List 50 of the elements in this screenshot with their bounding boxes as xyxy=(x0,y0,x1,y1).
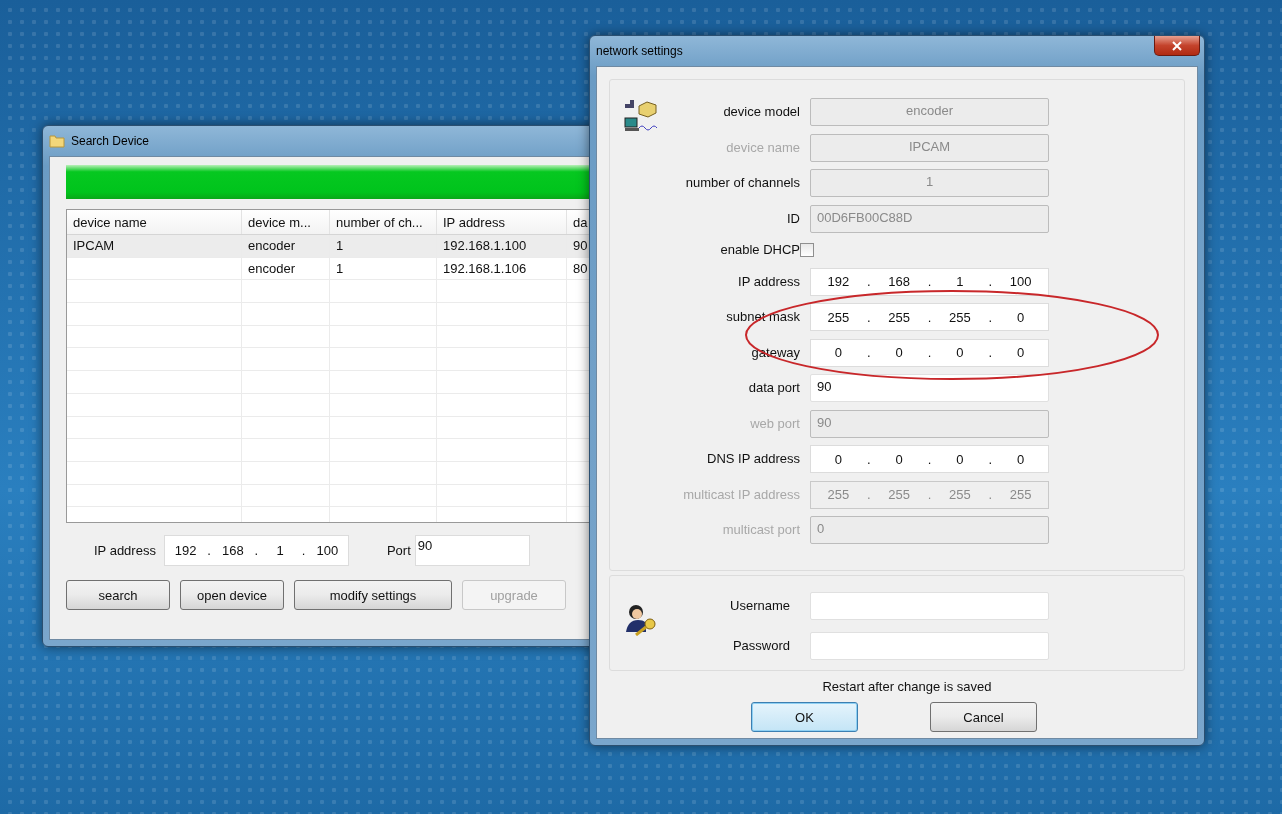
folder-icon xyxy=(49,134,65,148)
user-key-icon xyxy=(624,602,658,636)
ip-address-field[interactable]: 255 . 255 . 255 . 0 xyxy=(810,303,1049,331)
dialog-button[interactable]: Cancel xyxy=(930,702,1037,732)
column-header[interactable]: number of ch... xyxy=(330,210,437,234)
column-header[interactable]: IP address xyxy=(437,210,567,234)
table-cell: encoder xyxy=(242,257,330,280)
field-label: number of channels xyxy=(684,175,800,191)
text-field[interactable] xyxy=(810,592,1049,620)
action-button[interactable]: search xyxy=(66,580,170,610)
table-cell: encoder xyxy=(242,235,330,257)
field-label: IP address xyxy=(94,543,156,558)
field-label: DNS IP address xyxy=(706,451,800,467)
text-field[interactable]: 90 xyxy=(810,374,1049,402)
text-field[interactable] xyxy=(810,632,1049,660)
table-cell: IPCAM xyxy=(67,235,242,257)
ip-address-field[interactable]: 192 . 168 . 1 . 100 xyxy=(810,267,1049,296)
field-label: multicast port xyxy=(721,522,800,538)
table-cell: 192.168.1.100 xyxy=(437,235,567,257)
ip-address-field[interactable]: 0 . 0 . 0 . 0 xyxy=(810,338,1049,367)
field-label: Port xyxy=(386,543,411,558)
close-button[interactable] xyxy=(1154,36,1200,56)
action-button[interactable]: open device xyxy=(180,580,284,610)
column-header[interactable]: device m... xyxy=(242,210,330,234)
field-label: multicast IP address xyxy=(682,486,800,503)
ip-address-field[interactable]: 192 . 168 . 1 . 100 xyxy=(163,535,349,566)
window-title: network settings xyxy=(596,44,683,58)
field-label: device name xyxy=(725,139,800,156)
network-computer-icon xyxy=(624,98,660,134)
ip-address-field[interactable]: 0 . 0 . 0 . 0 xyxy=(810,445,1049,473)
field-label: subnet mask xyxy=(725,309,800,325)
field-label: device model xyxy=(722,104,800,120)
window-title: Search Device xyxy=(71,134,150,148)
port-field[interactable]: 90 xyxy=(414,535,530,566)
field-label: Password xyxy=(731,638,790,654)
field-label: ID xyxy=(786,210,800,227)
dialog-button[interactable]: OK xyxy=(751,702,858,732)
restart-note: Restart after change is saved xyxy=(821,679,993,694)
table-cell: 1 xyxy=(330,257,437,280)
field-label: enable DHCP xyxy=(719,242,800,258)
table-cell: 192.168.1.106 xyxy=(437,257,567,280)
field-label: IP address xyxy=(737,273,800,290)
field-label: Username xyxy=(729,598,790,614)
field-label: data port xyxy=(747,380,800,396)
action-button[interactable]: modify settings xyxy=(294,580,452,610)
field-label: web port xyxy=(749,415,800,432)
column-header[interactable]: device name xyxy=(67,210,242,234)
table-cell: 1 xyxy=(330,235,437,257)
checkbox[interactable] xyxy=(800,243,814,257)
close-icon xyxy=(1172,40,1182,51)
